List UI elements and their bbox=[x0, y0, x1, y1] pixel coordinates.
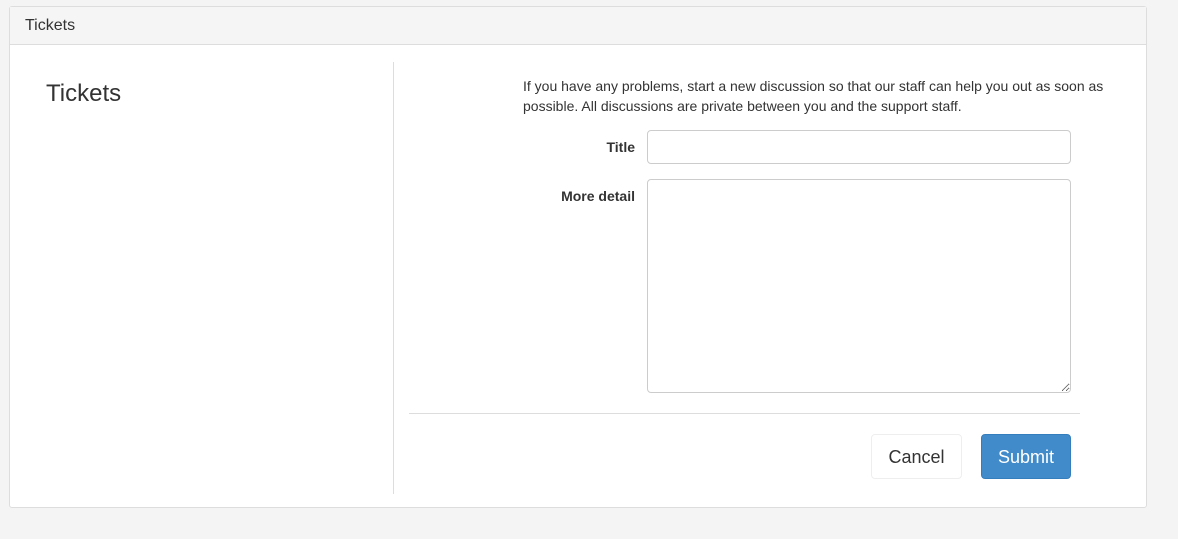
tickets-panel: Tickets Tickets If you have any problems… bbox=[9, 6, 1147, 508]
title-label: Title bbox=[606, 139, 635, 155]
sidebar-title: Tickets bbox=[46, 80, 122, 107]
detail-label: More detail bbox=[561, 188, 635, 204]
detail-textarea[interactable] bbox=[647, 179, 1071, 393]
sidebar: Tickets bbox=[10, 45, 394, 495]
form-divider bbox=[409, 413, 1080, 414]
intro-text: If you have any problems, start a new di… bbox=[523, 78, 1104, 114]
cancel-button[interactable]: Cancel bbox=[871, 434, 962, 479]
panel-heading: Tickets bbox=[10, 7, 1146, 45]
vertical-divider bbox=[393, 62, 394, 494]
title-input[interactable] bbox=[647, 130, 1071, 164]
submit-button[interactable]: Submit bbox=[981, 434, 1071, 479]
